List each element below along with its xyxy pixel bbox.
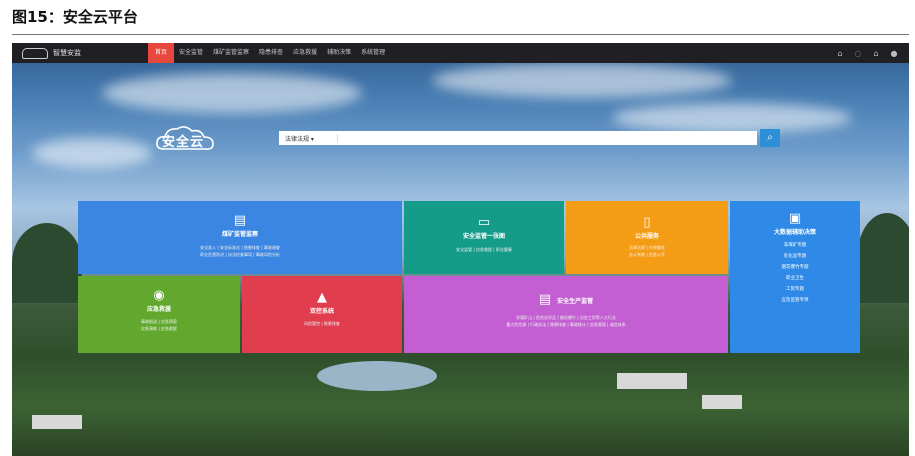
decision-item[interactable]: 危化品专题 — [730, 251, 860, 262]
drone-icon: ◉ — [153, 288, 165, 303]
tile-links: 办公系统 | 信息公开 — [629, 252, 665, 257]
tile-title: 安全生产监管 — [557, 297, 594, 305]
caption-divider — [12, 34, 909, 35]
main-nav: 首页 安全监管 煤矿监管监察 隐患排查 应急救援 辅助决策 系统管理 — [148, 43, 390, 63]
bell-icon[interactable]: ◌ — [849, 49, 867, 58]
tile-links: 职业危害防治 | 执法检查事项 | 事故风险分析 — [200, 252, 280, 257]
home-icon[interactable]: ⌂ — [831, 49, 849, 58]
tile-links: 安全监管 | 应急救援 | 职业健康 — [456, 247, 512, 252]
screenshot: 智慧安监 首页 安全监管 煤矿监管监察 隐患排查 应急救援 辅助决策 系统管理 … — [12, 43, 909, 456]
monitor-icon: ▭ — [477, 215, 491, 230]
top-right-icons: ⌂ ◌ ⌂ ● — [831, 43, 903, 63]
tile-header: ▤ 安全生产监管 — [404, 292, 728, 308]
tile-supervision-map[interactable]: ▭ 安全监管一张图 安全监管 | 应急救援 | 职业健康 — [404, 201, 564, 274]
background-river — [317, 361, 437, 391]
warning-icon: ▲ — [317, 290, 327, 305]
background-village — [702, 395, 742, 409]
search-button[interactable]: ⌕ — [760, 129, 780, 147]
search-bar: 法律法规 ▾ — [279, 131, 757, 145]
background-mountain — [857, 213, 909, 303]
tile-coal-mine-supervision[interactable]: ▤ 煤矿监管监察 安全准入 | 安全标准化 | 隐患排查 | 事故调查 职业危害… — [78, 201, 402, 274]
decision-item[interactable]: 非煤矿专题 — [730, 240, 860, 251]
screen-icon: ▣ — [788, 211, 802, 226]
nav-item-coal-mine[interactable]: 煤矿监管监察 — [208, 43, 254, 63]
tile-links: 法律法规 | 在线服务 — [629, 245, 665, 250]
nav-item-hazard-check[interactable]: 隐患排查 — [254, 43, 288, 63]
tile-links: 安全准入 | 安全标准化 | 隐患排查 | 事故调查 — [200, 245, 280, 250]
nav-item-safety-supervision[interactable]: 安全监管 — [174, 43, 208, 63]
tile-big-data-decision[interactable]: ▣ 大数据辅助决策 非煤矿专题 危化品专题 烟花爆竹专题 职业卫生 工贸专题 应… — [730, 201, 860, 353]
decision-item[interactable]: 工贸专题 — [730, 284, 860, 295]
logo-mark-icon — [22, 47, 48, 59]
tile-dual-control[interactable]: ▲ 双控系统 风险管控 | 隐患排查 — [242, 276, 402, 353]
background-mountain — [12, 223, 82, 303]
tile-links: 应急演练 | 应急救援 — [141, 326, 177, 331]
figure-caption: 图15：安全云平台 — [12, 8, 138, 26]
search-icon: ⌕ — [767, 132, 773, 143]
background-cloud — [432, 63, 732, 98]
nav-item-emergency[interactable]: 应急救援 — [288, 43, 322, 63]
search-input[interactable] — [338, 132, 757, 144]
background-cloud — [612, 103, 852, 133]
brand-title: 安全云 — [162, 135, 205, 150]
tile-title: 应急救援 — [146, 306, 171, 313]
tile-title: 安全监管一张图 — [462, 233, 505, 240]
tile-production-supervision[interactable]: ▤ 安全生产监管 非煤矿山 | 危险化学品 | 烟花爆竹 | 冶金工贸等八大行业… — [404, 276, 728, 353]
app-logo[interactable]: 智慧安监 — [22, 47, 142, 59]
background-village — [32, 415, 82, 429]
document-icon: ▯ — [643, 215, 651, 230]
decision-item[interactable]: 应急监管专项 — [730, 295, 860, 306]
tile-links: 风险管控 | 隐患排查 — [304, 321, 340, 326]
background-cloud — [102, 73, 362, 113]
tile-title: 公共服务 — [634, 233, 659, 240]
logo-text: 智慧安监 — [53, 49, 81, 57]
decision-item[interactable]: 职业卫生 — [730, 273, 860, 284]
search-category-select[interactable]: 法律法规 ▾ — [279, 133, 338, 143]
nav-item-home[interactable]: 首页 — [148, 43, 175, 63]
tile-links: 重大危险源 | 行政执法 | 隐患排查 | 事故统计 | 应急管理 | 诚信体系 — [506, 322, 626, 327]
tile-public-service[interactable]: ▯ 公共服务 法律法规 | 在线服务 办公系统 | 信息公开 — [566, 201, 728, 274]
nav-item-decision[interactable]: 辅助决策 — [322, 43, 356, 63]
tile-emergency-rescue[interactable]: ◉ 应急救援 事故报送 | 应急预案 应急演练 | 应急救援 — [78, 276, 240, 353]
tile-title: 双控系统 — [309, 308, 334, 315]
tile-links: 事故报送 | 应急预案 — [141, 319, 177, 324]
tile-links: 非煤矿山 | 危险化学品 | 烟花爆竹 | 冶金工贸等八大行业 — [516, 315, 616, 320]
settings-icon[interactable]: ⌂ — [867, 49, 885, 58]
nav-item-system[interactable]: 系统管理 — [356, 43, 390, 63]
clipboard-icon: ▤ — [233, 213, 247, 228]
tile-title: 煤矿监管监察 — [221, 231, 258, 238]
tile-title: 大数据辅助决策 — [773, 229, 816, 236]
decision-item[interactable]: 烟花爆竹专题 — [730, 262, 860, 273]
background-village — [617, 373, 687, 389]
top-navigation-bar: 智慧安监 首页 安全监管 煤矿监管监察 隐患排查 应急救援 辅助决策 系统管理 … — [12, 43, 909, 63]
task-icon: ▤ — [538, 292, 552, 307]
background-cloud — [32, 138, 152, 168]
user-icon[interactable]: ● — [885, 49, 903, 58]
